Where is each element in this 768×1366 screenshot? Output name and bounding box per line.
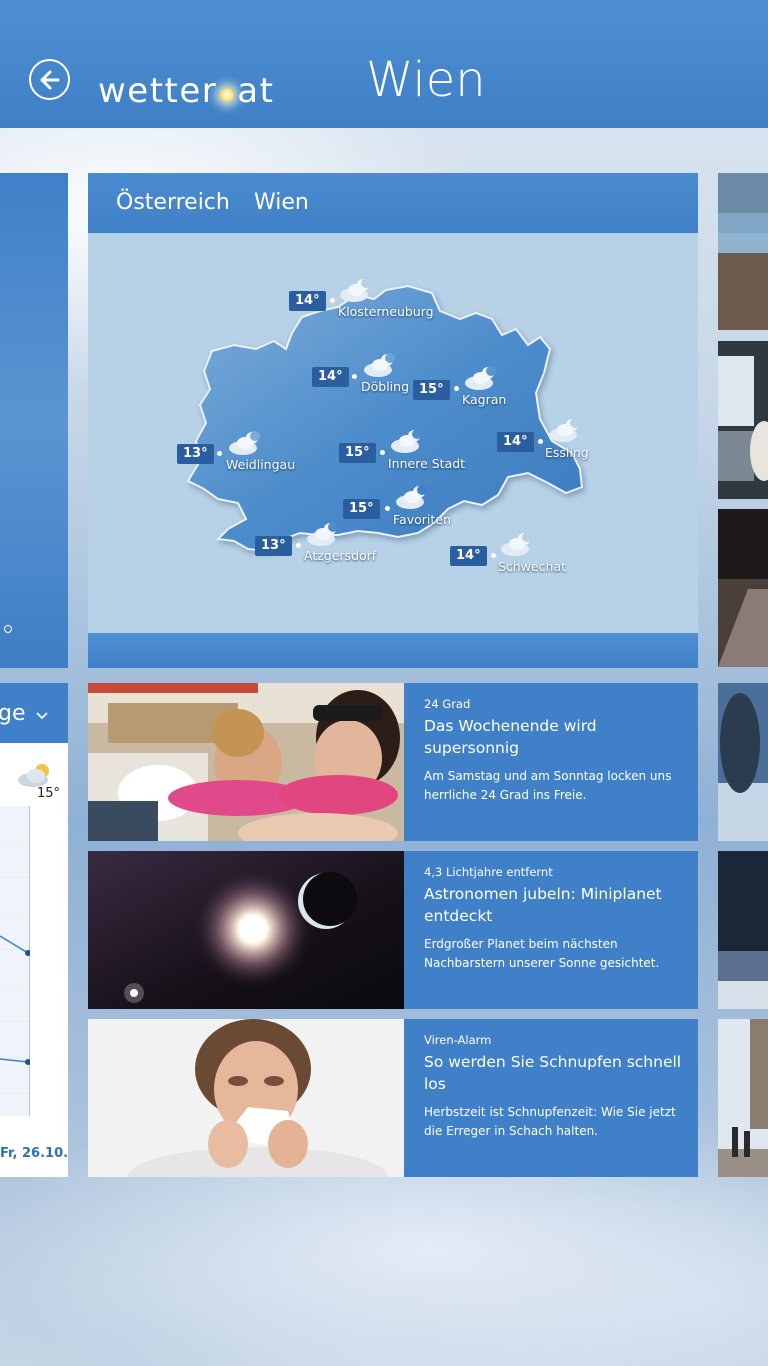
news-tile-schnupfen[interactable]: Viren-Alarm So werden Sie Schnupfen schn… bbox=[88, 1019, 698, 1177]
chart-header-label: ge bbox=[0, 701, 26, 726]
tab-wien[interactable]: Wien bbox=[254, 190, 309, 215]
chart-temperature: 15° bbox=[37, 786, 61, 801]
cloud-moon-icon bbox=[364, 353, 395, 377]
city-name-essling[interactable]: Essling bbox=[545, 445, 589, 460]
cloud-sun-icon bbox=[18, 764, 49, 787]
cloud-moon-icon bbox=[549, 418, 580, 442]
cloud-moon-icon bbox=[396, 485, 427, 509]
news-description: Herbstzeit ist Schnupfenzeit: Wie Sie je… bbox=[424, 1105, 676, 1138]
news-image-sneeze bbox=[88, 1019, 404, 1177]
chart-plot-area bbox=[0, 806, 31, 1116]
photo-tile-market[interactable] bbox=[718, 341, 768, 499]
news-image-beach bbox=[88, 683, 404, 841]
city-name-innere-stadt[interactable]: Innere Stadt bbox=[388, 456, 465, 471]
photo-tile-evening-lake[interactable] bbox=[718, 851, 768, 1009]
news-tile-wochenende[interactable]: 24 Grad Das Wochenende wird supersonnig … bbox=[88, 683, 698, 841]
temp-badge-klosterneuburg: 14° bbox=[289, 291, 326, 311]
temp-badge-schwechat: 14° bbox=[450, 546, 487, 566]
chevron-down-icon bbox=[35, 712, 48, 720]
news-text: 4,3 Lichtjahre entfernt Astronomen jubel… bbox=[424, 865, 686, 973]
vienna-map-tile[interactable]: Österreich Wien 14° Klosterneuburg 14° D… bbox=[88, 173, 698, 668]
temp-badge-kagran: 15° bbox=[413, 380, 450, 400]
city-dot bbox=[296, 543, 301, 548]
city-name-schwechat[interactable]: Schwechat bbox=[498, 559, 566, 574]
city-dot bbox=[352, 374, 357, 379]
back-arrow-icon bbox=[40, 70, 59, 89]
city-name-kagran[interactable]: Kagran bbox=[462, 392, 506, 407]
temp-badge-doebling: 14° bbox=[312, 367, 349, 387]
news-title: Astronomen jubeln: Miniplanet entdeckt bbox=[424, 885, 662, 925]
city-name-weidlingau[interactable]: Weidlingau bbox=[226, 457, 295, 472]
photo-tile-night-street[interactable] bbox=[718, 509, 768, 667]
city-dot bbox=[385, 506, 390, 511]
temp-badge-essling: 14° bbox=[497, 432, 534, 452]
map-tabs: Österreich Wien bbox=[88, 173, 698, 233]
wetter-at-logo[interactable]: wetter at bbox=[98, 66, 274, 116]
sun-icon bbox=[220, 88, 235, 102]
city-dot bbox=[380, 450, 385, 455]
temp-badge-innere-stadt: 15° bbox=[339, 443, 376, 463]
city-dot bbox=[538, 439, 543, 444]
chart-point bbox=[25, 1059, 31, 1065]
cloud-moon-icon bbox=[340, 278, 371, 302]
location-dot bbox=[4, 625, 12, 633]
city-name-klosterneuburg[interactable]: Klosterneuburg bbox=[338, 304, 434, 319]
news-title: So werden Sie Schnupfen schnell los bbox=[424, 1053, 682, 1093]
news-text: 24 Grad Das Wochenende wird supersonnig … bbox=[424, 697, 686, 805]
news-image-space bbox=[88, 851, 404, 1009]
page-title: Wien bbox=[366, 52, 486, 108]
city-dot bbox=[454, 386, 459, 391]
back-button[interactable] bbox=[29, 59, 70, 100]
temp-badge-atzgersdorf: 13° bbox=[255, 536, 292, 556]
news-description: Erdgroßer Planet beim nächsten Nachbarst… bbox=[424, 937, 660, 970]
city-name-atzgersdorf[interactable]: Atzgersdorf bbox=[304, 548, 376, 563]
temp-badge-favoriten: 15° bbox=[343, 499, 380, 519]
news-kicker: 24 Grad bbox=[424, 697, 471, 711]
news-kicker: 4,3 Lichtjahre entfernt bbox=[424, 865, 553, 879]
cloud-moon-icon bbox=[501, 532, 532, 556]
chart-lines bbox=[0, 935, 31, 1065]
news-kicker: Viren-Alarm bbox=[424, 1033, 492, 1047]
cloud-moon-icon bbox=[307, 522, 338, 546]
city-dot bbox=[491, 553, 496, 558]
city-name-doebling[interactable]: Döbling bbox=[361, 379, 409, 394]
news-tile-miniplanet[interactable]: 4,3 Lichtjahre entfernt Astronomen jubel… bbox=[88, 851, 698, 1009]
photo-tile-tower[interactable] bbox=[718, 1019, 768, 1177]
left-forecast-panel[interactable] bbox=[0, 173, 68, 668]
news-text: Viren-Alarm So werden Sie Schnupfen schn… bbox=[424, 1033, 686, 1141]
news-title: Das Wochenende wird supersonnig bbox=[424, 717, 597, 757]
city-dot bbox=[217, 451, 222, 456]
app-header: wetter at Wien bbox=[0, 0, 768, 128]
temp-badge-weidlingau: 13° bbox=[177, 444, 214, 464]
cloud-moon-icon bbox=[465, 366, 496, 390]
cloud-moon-icon bbox=[391, 429, 422, 453]
tab-oesterreich[interactable]: Österreich bbox=[116, 190, 230, 215]
map-footer bbox=[88, 633, 698, 668]
chart-header[interactable]: ge bbox=[0, 683, 68, 743]
city-dot bbox=[330, 298, 335, 303]
temperature-chart-panel[interactable]: ge 15° Fr, 26.10. bbox=[0, 683, 68, 1177]
logo-text-left: wetter bbox=[98, 71, 218, 111]
city-name-favoriten[interactable]: Favoriten bbox=[393, 512, 451, 527]
chart-date-label: Fr, 26.10. bbox=[0, 1146, 68, 1161]
logo-text-right: at bbox=[237, 71, 275, 111]
photo-tile-waterfront[interactable] bbox=[718, 173, 768, 330]
photo-tile-snow-park[interactable] bbox=[718, 683, 768, 841]
news-description: Am Samstag und am Sonntag locken uns her… bbox=[424, 769, 672, 802]
cloud-moon-icon bbox=[229, 431, 260, 455]
